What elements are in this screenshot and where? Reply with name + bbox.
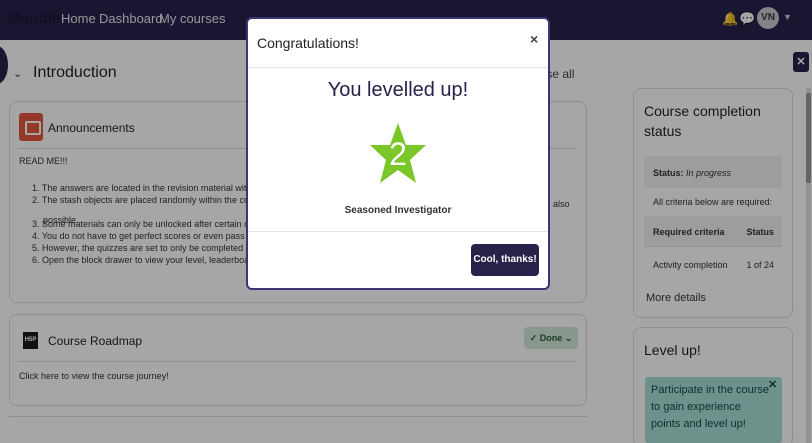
level-number: 2	[389, 136, 407, 172]
badge-name: Seasoned Investigator	[344, 205, 452, 216]
levelup-heading: You levelled up!	[327, 79, 469, 101]
divider	[248, 231, 548, 232]
close-icon[interactable]: ×	[530, 31, 538, 47]
divider	[248, 67, 548, 68]
modal-title: Congratulations!	[257, 35, 359, 51]
cool-thanks-button[interactable]: Cool, thanks!	[471, 244, 539, 276]
levelup-modal: Congratulations! × You levelled up! 2 Se…	[246, 17, 550, 290]
